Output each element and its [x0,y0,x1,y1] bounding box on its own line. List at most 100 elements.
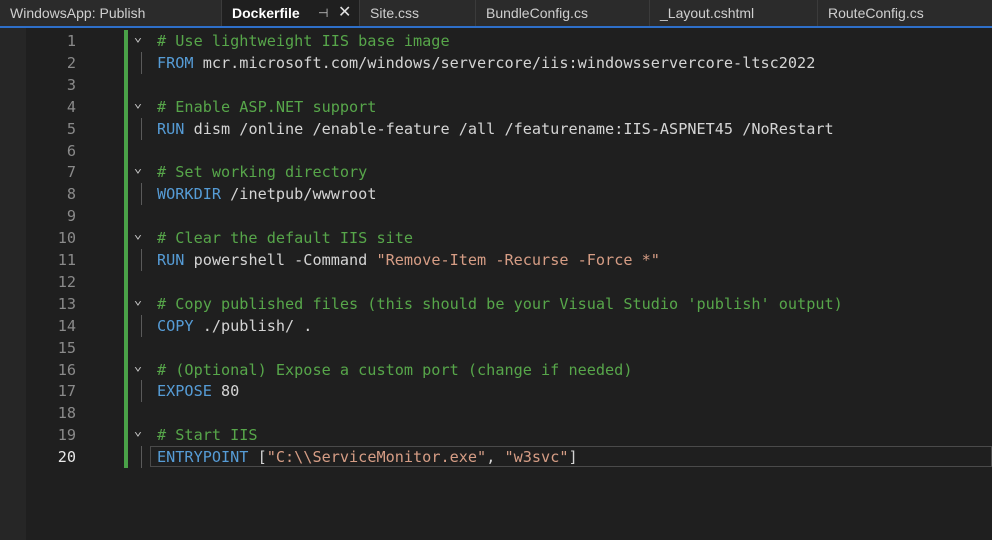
line-number: 17 [57,382,76,401]
code-text: COPY ./publish/ . [157,315,312,337]
chevron-down-icon[interactable]: ⌄ [132,157,144,179]
code-token-plain: ./publish/ . [193,316,313,335]
change-indicator [124,314,128,337]
code-token-comment: # Enable ASP.NET support [157,97,377,116]
code-token-comment: # Clear the default IIS site [157,229,414,248]
change-indicator [124,161,128,184]
code-token-kw: ENTRYPOINT [157,448,249,467]
code-line[interactable]: 12 [0,270,992,293]
code-token-plain: ] [568,448,578,467]
chevron-down-icon[interactable]: ⌄ [132,355,144,377]
code-line[interactable]: 8 WORKDIR /inetpub/wwwroot [0,183,992,206]
pin-icon[interactable]: ⊣ [318,0,328,26]
close-icon[interactable]: ✕ [338,0,351,26]
change-indicator [124,292,128,315]
line-number: 11 [57,251,76,269]
change-indicator [124,51,128,74]
tab-routeconfig-cs[interactable]: RouteConfig.cs [818,0,992,26]
fold-guide [141,51,142,74]
code-line[interactable]: 18 [0,402,992,425]
change-indicator [124,402,128,425]
tab-windowsapp-publish[interactable]: WindowsApp: Publish [0,0,222,26]
change-indicator [124,358,128,381]
tab-site-css[interactable]: Site.css [360,0,476,26]
chevron-down-icon[interactable]: ⌄ [132,223,144,245]
code-token-comment: # (Optional) Expose a custom port (chang… [157,360,633,379]
code-text: # Copy published files (this should be y… [157,293,843,315]
code-line[interactable]: 1 ⌄ # Use lightweight IIS base image [0,29,992,52]
line-number: 20 [57,448,76,467]
code-token-plain: , [486,448,505,467]
code-line[interactable]: 10 ⌄ # Clear the default IIS site [0,226,992,250]
code-line[interactable]: 17 EXPOSE 80 [0,380,992,403]
change-indicator [124,249,128,271]
fold-guide [141,380,142,403]
code-text: # Clear the default IIS site [157,227,413,249]
code-line[interactable]: 13 ⌄ # Copy published files (this should b… [0,292,992,315]
change-indicator [124,270,128,293]
code-line[interactable]: 3 [0,73,992,96]
code-token-kw: RUN [157,119,185,138]
code-token-plain: dism /online /enable-feature /all /featu… [184,119,834,138]
code-line[interactable]: 16 ⌄ # (Optional) Expose a custom port (ch… [0,358,992,381]
change-indicator [124,227,128,250]
line-number: 16 [57,360,76,379]
chevron-down-icon[interactable]: ⌄ [132,289,144,311]
code-editor[interactable]: 1 ⌄ # Use lightweight IIS base image 2 FROM … [0,28,992,540]
tab-bar: WindowsApp: Publish Dockerfile ⊣ ✕ Site.… [0,0,992,28]
code-token-plain: [ [248,448,267,467]
tab-bundleconfig-cs[interactable]: BundleConfig.cs [476,0,650,26]
fold-guide [141,249,142,271]
code-line[interactable]: 20 ENTRYPOINT ["C:\\ServiceMonitor.exe", … [0,446,992,469]
change-indicator [124,139,128,162]
line-number: 13 [57,294,76,313]
change-indicator [124,380,128,403]
fold-guide [141,314,142,337]
line-number: 7 [66,163,76,182]
code-text: # (Optional) Expose a custom port (chang… [157,359,632,381]
code-token-plain: powershell -Command [184,251,377,269]
tab-dockerfile[interactable]: Dockerfile ⊣ ✕ [222,0,360,26]
code-line[interactable]: 2 FROM mcr.microsoft.com/windows/serverco… [0,51,992,74]
code-line[interactable]: 14 COPY ./publish/ . [0,314,992,337]
chevron-down-icon[interactable]: ⌄ [132,26,144,48]
code-token-str: "Remove-Item -Recurse -Force *" [376,251,660,269]
code-line[interactable]: 11 RUN powershell -Command "Remove-Item -… [0,249,992,271]
line-number: 14 [57,316,76,335]
change-indicator [124,117,128,140]
code-line[interactable]: 4 ⌄ # Enable ASP.NET support [0,95,992,118]
line-number: 9 [66,207,76,226]
line-number: 1 [66,32,76,50]
change-indicator [124,424,128,447]
code-line[interactable]: 9 [0,205,992,228]
code-line[interactable]: 7 ⌄ # Set working directory [0,160,992,184]
tab-label: WindowsApp: Publish [10,5,146,21]
chevron-down-icon[interactable]: ⌄ [132,420,144,442]
fold-guide [141,117,142,140]
code-token-comment: # Use lightweight IIS base image [157,32,450,50]
code-line[interactable]: 19 ⌄ # Start IIS [0,423,992,447]
tab-label: Site.css [370,5,420,21]
tab-label: RouteConfig.cs [828,5,924,21]
code-text: WORKDIR /inetpub/wwwroot [157,183,376,205]
change-indicator [124,446,128,469]
code-token-kw: FROM [157,53,194,72]
line-number: 15 [57,338,76,357]
code-token-kw: EXPOSE [157,382,212,401]
line-number: 19 [57,426,76,445]
code-text: ENTRYPOINT ["C:\\ServiceMonitor.exe", "w… [157,446,578,468]
code-text: # Set working directory [157,161,367,183]
code-token-kw: COPY [157,316,194,335]
code-text: # Start IIS [157,424,258,446]
change-indicator [124,205,128,228]
code-token-plain: mcr.microsoft.com/windows/servercore/iis… [193,53,816,72]
code-line[interactable]: 6 [0,139,992,162]
tab-layout-cshtml[interactable]: _Layout.cshtml [650,0,818,26]
code-token-comment: # Set working directory [157,163,368,182]
change-indicator [124,30,128,52]
code-token-kw: RUN [157,251,185,269]
code-line[interactable]: 5 RUN dism /online /enable-feature /all /… [0,117,992,140]
code-line[interactable]: 15 [0,336,992,359]
chevron-down-icon[interactable]: ⌄ [132,92,144,114]
tab-label: BundleConfig.cs [486,5,588,21]
